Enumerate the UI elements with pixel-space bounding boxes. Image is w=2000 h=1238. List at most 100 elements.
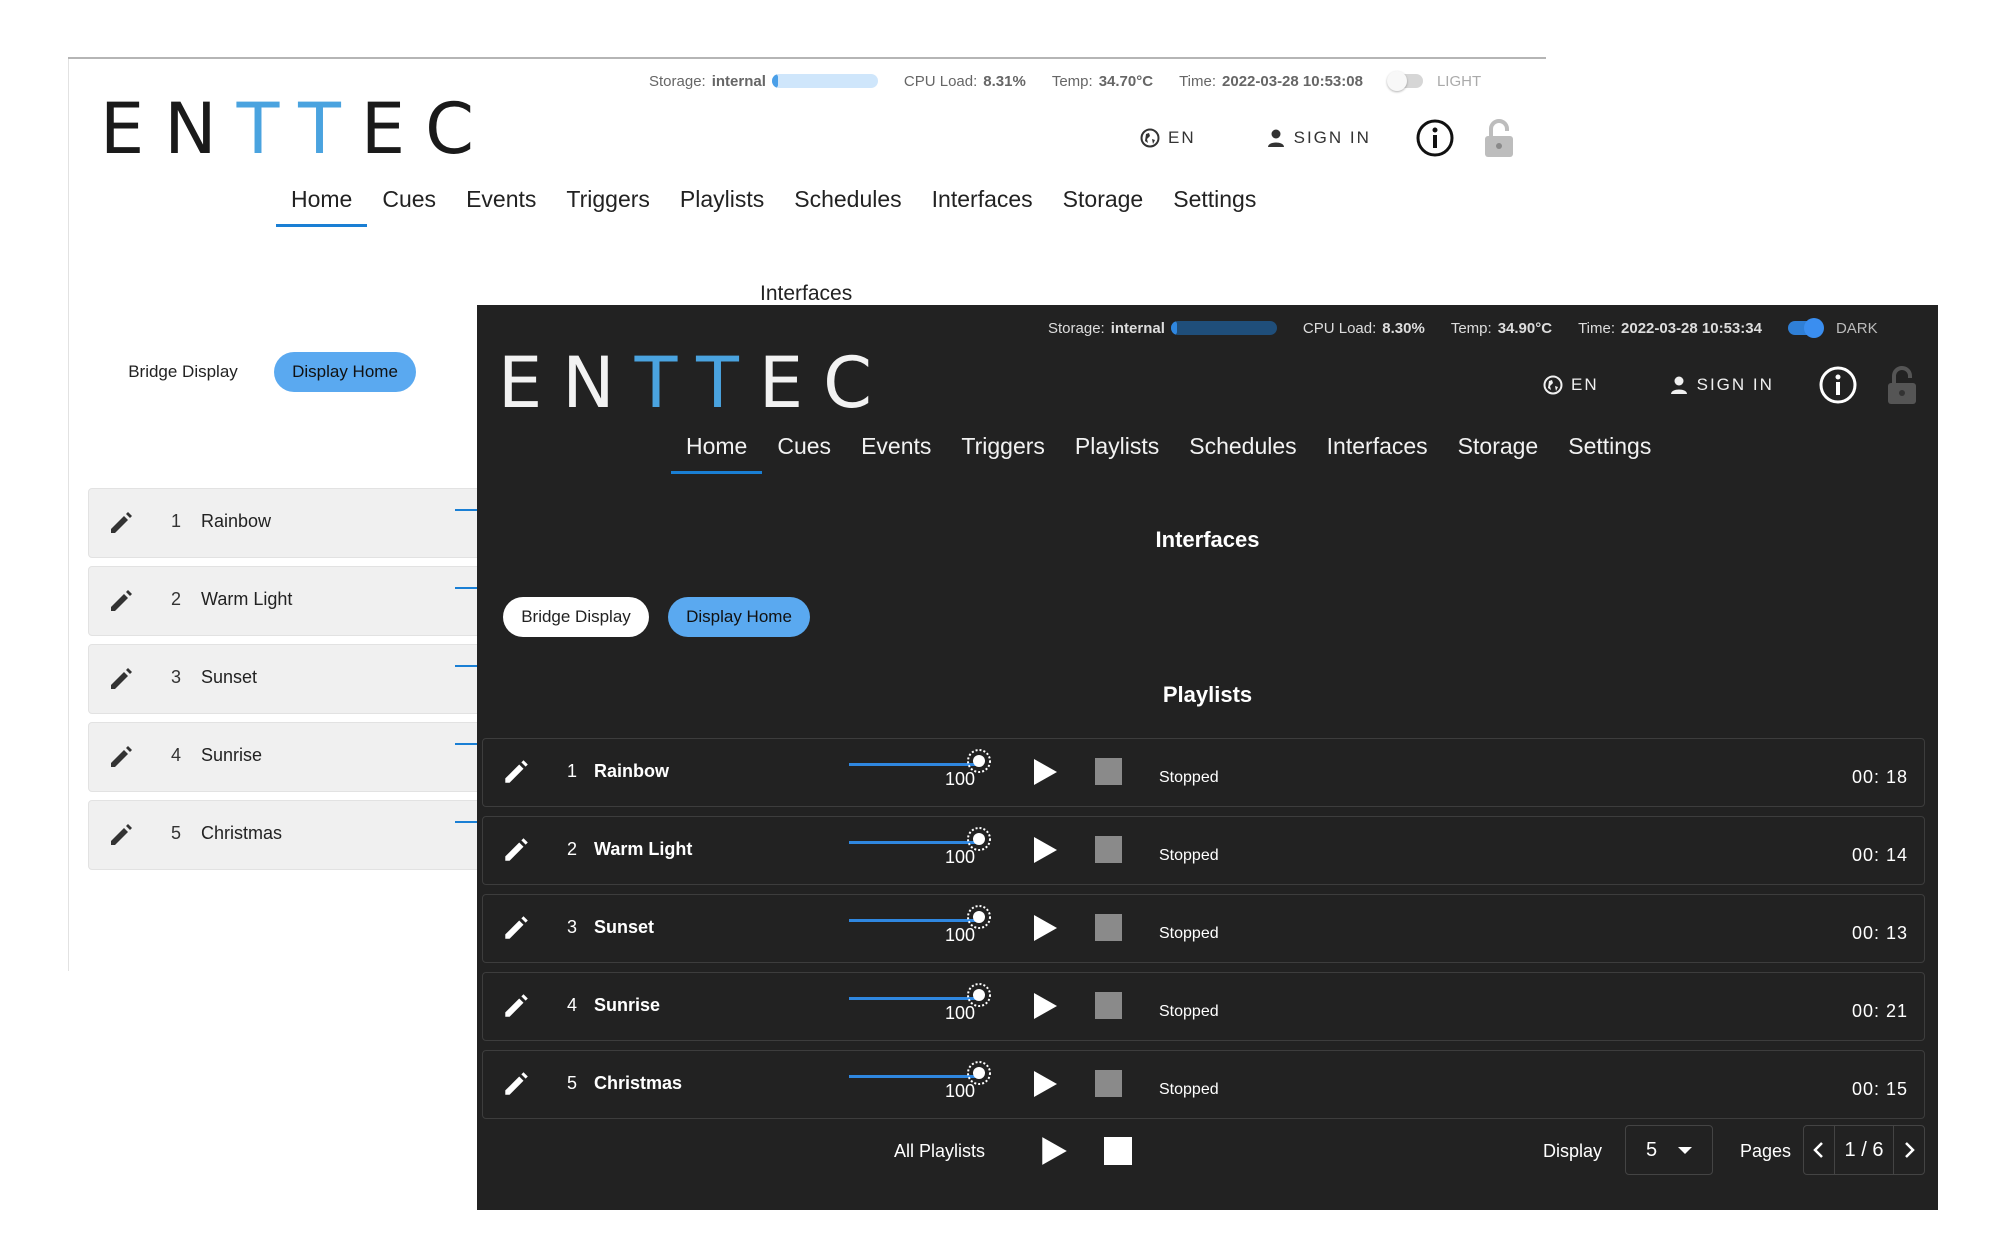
nav-storage[interactable]: Storage: [1048, 186, 1159, 213]
storage-value: internal: [711, 72, 766, 90]
play-icon[interactable]: [1031, 991, 1059, 1021]
info-icon[interactable]: [1818, 365, 1858, 405]
stop-icon[interactable]: [1104, 1137, 1132, 1165]
stop-icon[interactable]: [1095, 836, 1122, 863]
pencil-icon[interactable]: [501, 757, 531, 787]
pencil-icon[interactable]: [501, 991, 531, 1021]
level-value: 100: [945, 1081, 976, 1101]
nav-cues[interactable]: Cues: [762, 433, 846, 460]
next-page-button[interactable]: [1893, 1126, 1924, 1174]
playlist-row: 4 Sunrise: [88, 722, 490, 792]
stop-icon[interactable]: [1095, 1070, 1122, 1097]
play-icon[interactable]: [1031, 835, 1059, 865]
nav-schedules[interactable]: Schedules: [1174, 433, 1311, 460]
display-home-tab[interactable]: Display Home: [668, 597, 810, 637]
nav-triggers[interactable]: Triggers: [946, 433, 1060, 460]
playlist-footer: All Playlists Display 5 Pages 1 / 6: [477, 1125, 1938, 1177]
theme-label: DARK: [1835, 319, 1878, 337]
pencil-icon[interactable]: [107, 665, 135, 693]
stop-icon[interactable]: [1095, 758, 1122, 785]
nav-cues[interactable]: Cues: [367, 186, 451, 213]
nav-settings[interactable]: Settings: [1553, 433, 1666, 460]
level-slider[interactable]: [849, 1075, 977, 1078]
temp-label: Temp:: [1450, 319, 1492, 337]
sign-in-button[interactable]: SIGN IN: [1669, 375, 1774, 395]
nav-storage[interactable]: Storage: [1443, 433, 1554, 460]
prev-page-button[interactable]: [1804, 1126, 1835, 1174]
caret-down-icon: [1678, 1147, 1692, 1154]
row-number: 1: [567, 761, 578, 781]
main-nav: Home Cues Events Triggers Playlists Sche…: [276, 186, 1271, 227]
theme-toggle[interactable]: [1386, 71, 1423, 91]
cpu-value: 8.30%: [1382, 319, 1425, 337]
stop-icon[interactable]: [1095, 992, 1122, 1019]
row-number: 3: [171, 667, 182, 687]
nav-interfaces[interactable]: Interfaces: [1312, 433, 1443, 460]
display-home-tab[interactable]: Display Home: [274, 352, 416, 392]
bridge-display-tab[interactable]: Bridge Display: [503, 597, 649, 637]
play-state: Stopped: [1159, 1003, 1219, 1020]
chevron-left-icon: [1813, 1142, 1823, 1158]
lock-icon[interactable]: [1886, 365, 1918, 405]
pencil-icon[interactable]: [107, 821, 135, 849]
nav-home[interactable]: Home: [671, 433, 763, 474]
duration: 00: 21: [1851, 1001, 1908, 1021]
nav-events[interactable]: Events: [451, 186, 551, 213]
stop-icon[interactable]: [1095, 914, 1122, 941]
level-slider[interactable]: [849, 997, 977, 1000]
cpu-value: 8.31%: [983, 72, 1026, 90]
nav-events[interactable]: Events: [846, 433, 946, 460]
level-slider[interactable]: [849, 841, 977, 844]
pencil-icon[interactable]: [107, 587, 135, 615]
info-icon[interactable]: [1415, 118, 1455, 158]
playlist-row: 5 Christmas: [88, 800, 490, 870]
time-value: 2022-03-28 10:53:08: [1222, 72, 1363, 90]
nav-schedules[interactable]: Schedules: [779, 186, 916, 213]
storage-label: Storage:: [1048, 319, 1105, 337]
storage-usage-bar: [771, 74, 878, 88]
playlist-row: 2 Warm Light: [88, 566, 490, 636]
row-name: Warm Light: [201, 589, 293, 609]
language-label: EN: [1168, 128, 1196, 147]
section-title: Interfaces: [1155, 527, 1260, 552]
row-name: Rainbow: [594, 761, 669, 781]
duration: 00: 15: [1851, 1079, 1908, 1099]
pencil-icon[interactable]: [107, 743, 135, 771]
pencil-icon[interactable]: [501, 835, 531, 865]
bridge-display-tab[interactable]: Bridge Display: [110, 352, 256, 392]
nav-playlists[interactable]: Playlists: [1060, 433, 1174, 460]
level-slider[interactable]: [849, 763, 977, 766]
playlist-row: 5 Christmas 100 Stopped 00: 15: [482, 1050, 1925, 1119]
playlist-row: 1 Rainbow 100 Stopped 00: 18: [482, 738, 1925, 807]
play-icon[interactable]: [1031, 913, 1059, 943]
nav-home[interactable]: Home: [276, 186, 368, 227]
playlists-title: Playlists: [1162, 682, 1253, 707]
status-bar: Storage: internal CPU Load: 8.31% Temp: …: [649, 70, 1481, 92]
pencil-icon[interactable]: [501, 913, 531, 943]
language-selector[interactable]: EN: [1140, 128, 1196, 148]
nav-triggers[interactable]: Triggers: [551, 186, 665, 213]
nav-interfaces[interactable]: Interfaces: [917, 186, 1048, 213]
play-icon[interactable]: [1031, 1069, 1059, 1099]
level-slider[interactable]: [849, 919, 977, 922]
play-icon[interactable]: [1031, 757, 1059, 787]
sign-in-button[interactable]: SIGN IN: [1266, 128, 1371, 148]
theme-toggle[interactable]: [1787, 318, 1824, 338]
storage-usage-bar: [1170, 321, 1277, 335]
globe-icon: [1543, 375, 1563, 395]
lock-icon[interactable]: [1483, 118, 1515, 158]
row-name: Warm Light: [594, 839, 693, 859]
pencil-icon[interactable]: [107, 509, 135, 537]
temp-label: Temp:: [1051, 72, 1093, 90]
display-label: Display: [1543, 1141, 1603, 1161]
page-indicator: 1 / 6: [1844, 1139, 1884, 1161]
row-number: 5: [567, 1073, 578, 1093]
display-count-select[interactable]: 5: [1625, 1125, 1713, 1175]
play-icon[interactable]: [1039, 1135, 1069, 1167]
language-selector[interactable]: EN: [1543, 375, 1599, 395]
nav-playlists[interactable]: Playlists: [665, 186, 779, 213]
nav-settings[interactable]: Settings: [1158, 186, 1271, 213]
row-name: Sunrise: [201, 745, 263, 765]
row-name: Christmas: [201, 823, 283, 843]
pencil-icon[interactable]: [501, 1069, 531, 1099]
